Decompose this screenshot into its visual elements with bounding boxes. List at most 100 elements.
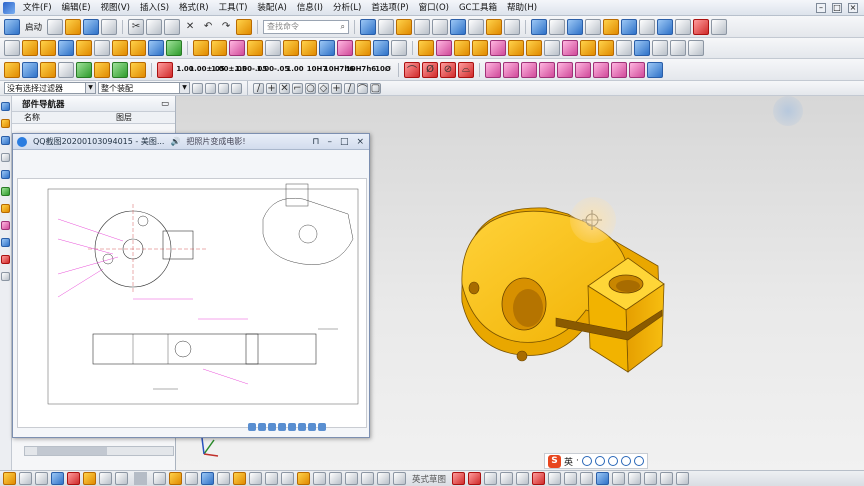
trim-body-icon[interactable] [247,40,263,56]
share-icon[interactable] [318,423,326,431]
detail-view-icon[interactable] [76,61,92,78]
close-icon[interactable]: × [356,137,364,147]
constraint-navigator-icon[interactable] [1,119,10,128]
fcf-icon[interactable] [503,61,519,78]
menu-assembly[interactable]: 装配(A) [252,0,291,16]
convert-reference-icon[interactable] [361,472,374,485]
selection-icon[interactable] [657,18,674,35]
select-box-icon[interactable] [231,82,242,94]
speaker-icon[interactable]: 🔊 [170,137,180,146]
draft-icon[interactable] [337,40,353,56]
revolve-icon[interactable] [40,40,56,56]
viewer-titlebar[interactable]: QQ截图20200103094015 - 美图... 🔊 把照片变成电影! ⊓ … [13,134,369,150]
search-icon[interactable]: ⌕ [341,22,348,32]
corner-icon[interactable] [297,472,310,485]
section-view-icon[interactable] [450,18,467,35]
command-search-input[interactable]: 查找命令 ⌕ [263,19,350,34]
intersect-icon[interactable] [229,40,245,56]
snap-point-icon[interactable]: + [331,82,342,94]
chain-icon[interactable]: ⊘ [440,61,456,78]
menu-analysis[interactable]: 分析(L) [328,0,366,16]
input-method-bar[interactable]: S 英 · [544,453,648,469]
spline-icon[interactable] [185,472,198,485]
offset-face-icon[interactable] [391,40,407,56]
profile-icon[interactable] [51,472,64,485]
offset-curve-icon[interactable] [217,472,230,485]
synchronous-icon[interactable] [634,40,650,56]
close-icon[interactable]: × [848,2,858,13]
surface-finish-icon[interactable] [539,61,555,78]
cut-icon[interactable]: ✂ [128,18,145,35]
save-icon[interactable] [83,18,100,35]
show-constraints-icon[interactable] [345,472,358,485]
hd3d-tools-icon[interactable] [1,170,10,179]
circle-icon[interactable] [99,472,112,485]
balloon-icon[interactable] [629,61,645,78]
pin-icon[interactable]: ⊓ [312,137,319,147]
new-file-icon[interactable] [47,18,64,35]
hide-icon[interactable] [693,18,710,35]
dim-fit-tol-2-button[interactable]: 10H7 h6 [346,62,376,78]
sketch-finish-icon[interactable] [3,472,16,485]
grid-icon[interactable] [639,18,656,35]
intersect-curve-icon[interactable] [564,472,578,485]
delete-face-icon[interactable] [616,40,632,56]
analysis-icon[interactable] [567,18,584,35]
constraints-icon[interactable] [313,472,326,485]
chevron-down-icon[interactable]: ▼ [179,83,189,93]
open-folder-icon[interactable] [65,18,82,35]
auto-constrain-icon[interactable] [329,472,342,485]
menu-info[interactable]: 信息(I) [292,0,328,16]
groove-icon[interactable] [526,40,542,56]
fit-view-icon[interactable] [360,18,377,35]
bridge-curve-icon[interactable] [516,472,530,485]
wcs-icon[interactable] [531,18,548,35]
extrude-icon[interactable] [22,40,38,56]
through-curves-icon[interactable] [436,40,452,56]
text-curve-icon[interactable] [628,472,642,485]
rectangle-icon[interactable] [153,472,166,485]
rotate-icon[interactable] [468,18,485,35]
punctuation-icon[interactable]: · [576,456,579,466]
part-navigator-icon[interactable] [1,136,10,145]
section-curve-icon[interactable] [580,472,594,485]
sweep-icon[interactable] [418,40,434,56]
hole-icon[interactable] [130,40,146,56]
minimize-icon[interactable]: – [816,2,826,13]
assembly-icon[interactable] [603,18,620,35]
dim-diameter-button[interactable]: 10 Ø [373,62,393,78]
filter-icon[interactable] [192,82,203,94]
alternate-solution-icon[interactable] [377,472,390,485]
cad-part-model[interactable] [461,207,665,373]
move-face-icon[interactable] [580,40,596,56]
snap-control-icon[interactable]: ✕ [279,82,290,94]
process-studio-icon[interactable] [1,238,10,247]
polyline-icon[interactable] [500,472,514,485]
maximize-icon[interactable]: □ [340,137,349,147]
shell-icon[interactable] [319,40,335,56]
menu-window[interactable]: 窗口(O) [414,0,454,16]
table-icon[interactable] [593,61,609,78]
arc-icon[interactable] [83,472,96,485]
snap-endpoint-icon[interactable]: / [253,82,264,94]
preferences-icon[interactable] [675,18,692,35]
roles-icon[interactable] [1,272,10,281]
chamfer-icon[interactable] [301,40,317,56]
view-style-icon[interactable] [130,61,146,78]
redo-icon[interactable]: ↷ [218,19,234,35]
pocket-icon[interactable] [166,40,182,56]
skin-icon[interactable] [620,456,631,466]
unite-icon[interactable] [193,40,209,56]
start-button[interactable]: 启动 [22,21,45,33]
snap-bounded-icon[interactable]: ▢ [370,82,381,94]
arc-tool-icon[interactable] [468,472,482,485]
zoom-in-icon[interactable] [278,423,286,431]
zoom-out-icon[interactable] [288,423,296,431]
curve-icon[interactable] [452,472,466,485]
patch-icon[interactable] [490,40,506,56]
drawing-sheet-icon[interactable] [4,61,20,78]
menu-gc-toolbox[interactable]: GC工具箱 [454,0,502,16]
mirror-icon[interactable] [373,40,389,56]
note-icon[interactable] [485,61,501,78]
project-curve-icon[interactable] [548,472,562,485]
